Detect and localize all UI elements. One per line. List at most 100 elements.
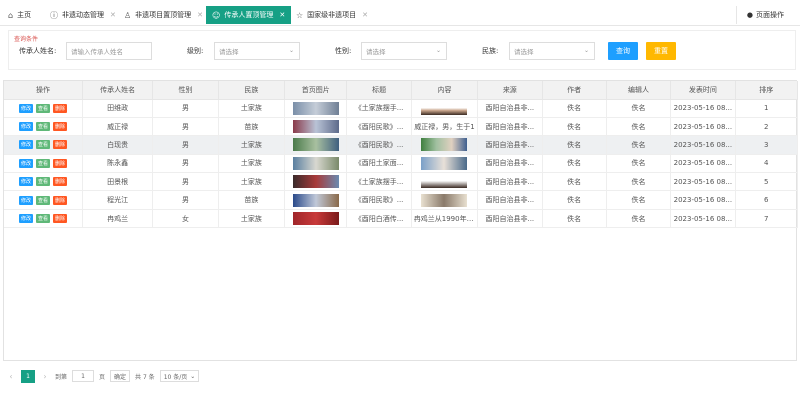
prev-page-icon[interactable]: ‹ (6, 372, 16, 381)
view-button[interactable]: 查看 (35, 140, 50, 150)
table-row[interactable]: 修改 查看 删除 白现贵 男 土家族 《酉阳民歌》... 酉阳自治县非... 佚… (4, 135, 799, 155)
tab-home[interactable]: ⌂ 主页 (2, 6, 37, 24)
delete-button[interactable]: 删除 (52, 103, 67, 113)
edit-button[interactable]: 修改 (18, 177, 33, 187)
total-count: 共 7 条 (135, 373, 155, 381)
cell-content: 冉鸡兰从1990年开始 (411, 209, 479, 229)
next-page-icon[interactable]: › (40, 372, 50, 381)
cell-ethnic: 土家族 (218, 154, 286, 174)
cell-ops: 修改 查看 删除 (4, 154, 83, 174)
cell-name: 威正禄 (82, 117, 154, 137)
table-row[interactable]: 修改 查看 删除 冉鸡兰 女 土家族 《酉阳白酒传... 冉鸡兰从1990年开始… (4, 209, 799, 229)
table-row[interactable]: 修改 查看 删除 程光江 男 苗族 《酉阳民歌》... 酉阳自治县非... 佚名… (4, 190, 799, 210)
delete-button[interactable]: 删除 (52, 195, 67, 205)
cell-author: 佚名 (542, 117, 607, 137)
chevron-down-icon: ⌄ (288, 47, 294, 54)
cell-name: 田维政 (82, 99, 154, 118)
tab-national-projects[interactable]: ☆ 国家级非遗项目 ✕ (290, 6, 374, 24)
tab-label: 国家级非遗项目 (307, 11, 357, 19)
view-button[interactable]: 查看 (35, 122, 50, 132)
view-button[interactable]: 查看 (35, 103, 50, 113)
col-header: 来源 (477, 81, 543, 100)
cell-ops: 修改 查看 删除 (4, 117, 83, 137)
chevron-down-icon: ⌄ (583, 47, 589, 54)
search-button[interactable]: 查询 (608, 42, 638, 60)
cell-time: 2023-05-16 08... (670, 190, 736, 210)
table-row[interactable]: 修改 查看 删除 陈永鑫 男 土家族 《酉阳土家面... 酉阳自治县非... 佚… (4, 154, 799, 174)
view-button[interactable]: 查看 (35, 214, 50, 224)
edit-button[interactable]: 修改 (18, 195, 33, 205)
cell-editor: 佚名 (606, 117, 672, 137)
gender-label: 性别: (335, 47, 352, 55)
cell-time: 2023-05-16 08... (670, 209, 736, 229)
tab-label: 非遗动态管理 (62, 11, 104, 19)
home-image (292, 138, 339, 152)
delete-button[interactable]: 删除 (52, 177, 67, 187)
ethnic-select[interactable]: 请选择 ⌄ (509, 42, 595, 60)
cell-content: 威正禄，男，生于1 (411, 117, 479, 137)
col-header: 内容 (411, 81, 479, 100)
table-row[interactable]: 修改 查看 删除 威正禄 男 苗族 《酉阳民歌》... 威正禄，男，生于1 酉阳… (4, 117, 799, 137)
cell-title: 《酉阳民歌》... (346, 135, 412, 155)
page-current[interactable]: 1 (21, 369, 35, 383)
close-icon[interactable]: ✕ (279, 11, 285, 19)
edit-button[interactable]: 修改 (18, 158, 33, 168)
col-header: 性别 (152, 81, 219, 100)
cell-gender: 男 (152, 190, 219, 210)
cell-title: 《土家族摆手... (346, 172, 412, 192)
name-label: 传承人姓名: (19, 47, 57, 55)
tab-project-top[interactable]: ♙ 非遗项目置顶管理 ✕ (118, 6, 209, 24)
reset-button[interactable]: 重置 (646, 42, 676, 60)
delete-button[interactable]: 删除 (52, 158, 67, 168)
name-input[interactable]: 请输入传承人姓名 (66, 42, 152, 60)
cell-source: 酉阳自治县非... (477, 190, 543, 210)
cell-author: 佚名 (542, 172, 607, 192)
delete-button[interactable]: 删除 (52, 214, 67, 224)
cell-order: 1 (735, 99, 799, 118)
tab-heritage-news[interactable]: ⓘ 非遗动态管理 ✕ (44, 6, 122, 24)
cell-order: 3 (735, 135, 799, 155)
home-image (292, 120, 339, 134)
edit-button[interactable]: 修改 (18, 214, 33, 224)
table-row[interactable]: 修改 查看 删除 田维政 男 土家族 《土家族摆手... 酉阳自治县非... 佚… (4, 99, 799, 118)
edit-button[interactable]: 修改 (18, 122, 33, 132)
level-label: 级别: (187, 47, 204, 55)
goto-page-input[interactable]: 1 (72, 370, 95, 382)
content-image (421, 101, 468, 115)
page-size-select[interactable]: 10 条/页 ⌄ (159, 370, 200, 382)
cell-editor: 佚名 (606, 190, 672, 210)
col-header: 标题 (346, 81, 412, 100)
close-icon[interactable]: ✕ (110, 11, 116, 19)
page-ops-button[interactable]: ● 页面操作 (735, 6, 794, 24)
cell-image (284, 172, 348, 192)
view-button[interactable]: 查看 (35, 195, 50, 205)
cell-time: 2023-05-16 08... (670, 99, 736, 118)
cell-content (411, 99, 479, 118)
delete-button[interactable]: 删除 (52, 140, 67, 150)
cell-editor: 佚名 (606, 99, 672, 118)
cell-title: 《酉阳白酒传... (346, 209, 412, 229)
tab-label: 主页 (17, 11, 32, 19)
close-icon[interactable]: ✕ (362, 11, 368, 19)
home-icon: ⌂ (8, 10, 14, 20)
close-icon[interactable]: ✕ (197, 11, 203, 19)
content-image (421, 193, 468, 207)
delete-button[interactable]: 删除 (52, 122, 67, 132)
view-button[interactable]: 查看 (35, 158, 50, 168)
edit-button[interactable]: 修改 (18, 140, 33, 150)
goto-confirm-button[interactable]: 确定 (110, 370, 131, 382)
cell-order: 2 (735, 117, 799, 137)
cell-source: 酉阳自治县非... (477, 154, 543, 174)
cell-content (411, 172, 479, 192)
pagination: ‹ 1 › 到第 1 页 确定 共 7 条 10 条/页 ⌄ (6, 369, 200, 383)
level-select[interactable]: 请选择 ⌄ (214, 42, 300, 60)
cell-title: 《酉阳民歌》... (346, 117, 412, 137)
gender-select[interactable]: 请选择 ⌄ (361, 42, 447, 60)
edit-button[interactable]: 修改 (18, 103, 33, 113)
cell-order: 6 (735, 190, 799, 210)
table-row[interactable]: 修改 查看 删除 田景根 男 土家族 《土家族摆手... 酉阳自治县非... 佚… (4, 172, 799, 192)
cell-image (284, 135, 348, 155)
view-button[interactable]: 查看 (35, 177, 50, 187)
tab-inheritor-top[interactable]: ☺ 传承人置顶管理 ✕ (206, 6, 292, 24)
cell-ethnic: 苗族 (218, 190, 286, 210)
